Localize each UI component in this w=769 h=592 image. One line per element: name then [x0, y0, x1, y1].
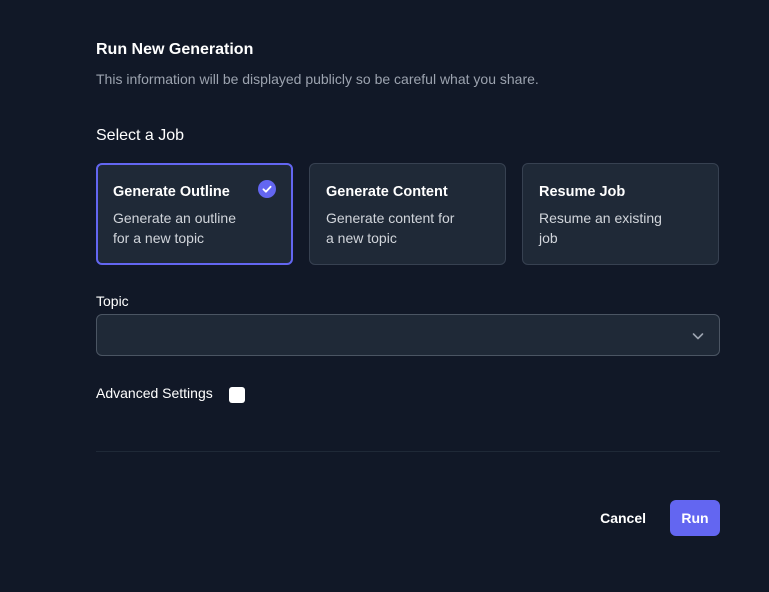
form-divider: [96, 451, 720, 452]
topic-label: Topic: [96, 293, 129, 309]
job-option-description: Generate an outline for a new topic: [113, 210, 236, 246]
job-section-title: Select a Job: [96, 127, 185, 144]
job-option-generate-content[interactable]: Generate Content Generate content for a …: [309, 163, 506, 265]
form-actions: Cancel Run: [600, 500, 720, 536]
chevron-down-icon: [692, 333, 704, 340]
run-generation-page: Run New Generation This information will…: [0, 0, 769, 592]
job-option-title: Generate Content: [326, 184, 448, 200]
advanced-settings-label: Advanced Settings: [96, 385, 213, 401]
page-subtitle: This information will be displayed publi…: [96, 71, 539, 87]
cancel-button[interactable]: Cancel: [600, 500, 646, 536]
run-button[interactable]: Run: [670, 500, 720, 536]
advanced-settings-row: Advanced Settings: [96, 383, 720, 403]
job-option-resume-job[interactable]: Resume Job Resume an existing job: [522, 163, 719, 265]
run-generation-form: Run New Generation This information will…: [96, 38, 720, 403]
topic-select[interactable]: [96, 314, 720, 356]
page-title: Run New Generation: [96, 41, 254, 58]
check-circle-icon: [258, 180, 276, 198]
job-option-description: Resume an existing job: [539, 210, 662, 246]
job-option-generate-outline[interactable]: Generate Outline Generate an outline for…: [96, 163, 293, 265]
advanced-settings-checkbox[interactable]: [228, 386, 245, 403]
job-option-title: Resume Job: [539, 184, 626, 200]
job-option-description: Generate content for a new topic: [326, 210, 455, 246]
job-option-title: Generate Outline: [113, 184, 230, 200]
job-options: Generate Outline Generate an outline for…: [96, 163, 720, 265]
